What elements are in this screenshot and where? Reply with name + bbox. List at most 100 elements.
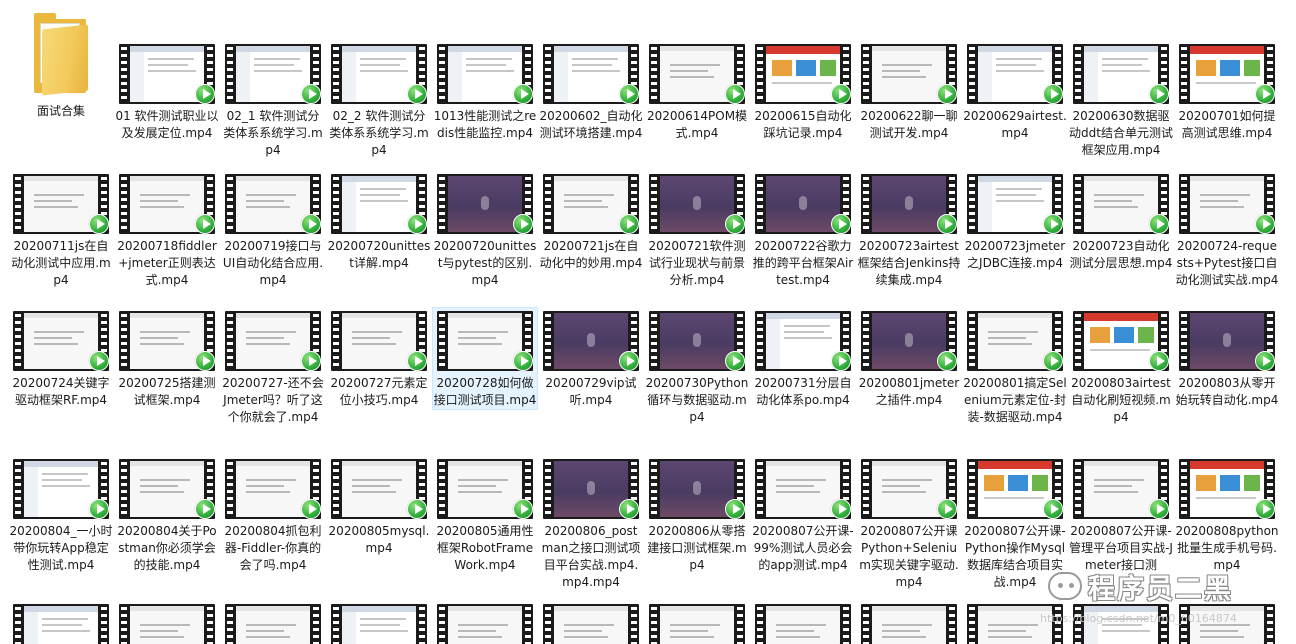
file-name-label: 20200725搭建测试框架.mp4: [118, 376, 216, 407]
video-file-item[interactable]: 20200719接口与UI自动化结合应用.mp4: [220, 170, 326, 290]
video-file-item[interactable]: 20200721软件测试行业现状与前景分析.mp4: [644, 170, 750, 290]
video-file-item[interactable]: 20200724-requests+Pytest接口自动化测试实战.mp4: [1174, 170, 1280, 290]
video-thumbnail: [649, 459, 745, 519]
video-file-item[interactable]: 1013性能测试之redis性能监控.mp4: [432, 40, 538, 143]
video-preview: [1084, 176, 1158, 232]
video-file-item[interactable]: 20200801搞定Selenium元素定位-封装-数据驱动.mp4: [962, 307, 1068, 427]
video-file-item[interactable]: 20200720unittest详解.mp4: [326, 170, 432, 273]
video-file-item[interactable]: 01 软件测试职业以及发展定位.mp4: [114, 40, 220, 143]
play-icon: [195, 214, 215, 234]
file-name-label: 20200720unittest详解.mp4: [327, 239, 431, 270]
video-file-item[interactable]: 20200805mysql.mp4: [326, 455, 432, 558]
video-file-item[interactable]: 20200614POM模式.mp4: [644, 40, 750, 143]
video-file-item[interactable]: 20200723jmeter之JDBC连接.mp4: [962, 170, 1068, 273]
video-file-item[interactable]: 20200622聊一聊测试开发.mp4: [856, 40, 962, 143]
video-file-item[interactable]: [114, 600, 220, 644]
video-file-item[interactable]: 20200629airtest.mp4: [962, 40, 1068, 143]
play-icon: [1255, 84, 1275, 104]
video-file-item[interactable]: 20200720unittest与pytest的区别.mp4: [432, 170, 538, 290]
video-file-item[interactable]: 20200728如何做接口测试项目.mp4: [432, 307, 538, 410]
video-thumbnail: [331, 311, 427, 371]
video-file-item[interactable]: 20200804抓包利器-Fiddler-你真的会了吗.mp4: [220, 455, 326, 575]
video-file-item[interactable]: [8, 600, 114, 644]
video-file-item[interactable]: [220, 600, 326, 644]
play-icon: [1149, 214, 1169, 234]
video-preview: [766, 46, 840, 102]
file-name-label: 02_1 软件测试分类体系系统学习.mp4: [223, 109, 323, 157]
video-preview: [130, 176, 204, 232]
video-file-item[interactable]: [432, 600, 538, 644]
video-thumbnail: [331, 174, 427, 234]
play-icon: [1149, 84, 1169, 104]
play-icon: [831, 214, 851, 234]
video-thumbnail: [543, 459, 639, 519]
play-icon: [725, 84, 745, 104]
video-file-item[interactable]: 20200718fiddler+jmeter正则表达式.mp4: [114, 170, 220, 290]
video-preview: [236, 606, 310, 644]
file-name-label: 20200728如何做接口测试项目.mp4: [433, 376, 537, 407]
video-file-item[interactable]: [538, 600, 644, 644]
video-file-item[interactable]: [326, 600, 432, 644]
video-preview: [660, 176, 734, 232]
video-file-item[interactable]: 20200701如何提高测试思维.mp4: [1174, 40, 1280, 143]
video-file-item[interactable]: [856, 600, 962, 644]
video-file-item[interactable]: 20200804_一小时带你玩转App稳定性测试.mp4: [8, 455, 114, 575]
video-thumbnail: [437, 174, 533, 234]
video-file-item[interactable]: [644, 600, 750, 644]
video-file-item[interactable]: 20200806从零搭建接口测试框架.mp4: [644, 455, 750, 575]
video-file-item[interactable]: 20200804关于Postman你必须学会的技能.mp4: [114, 455, 220, 575]
video-file-item[interactable]: 20200721js在自动化中的妙用.mp4: [538, 170, 644, 273]
video-preview: [448, 46, 522, 102]
play-icon: [937, 214, 957, 234]
video-file-item[interactable]: 20200808python批量生成手机号码.mp4: [1174, 455, 1280, 575]
video-file-item[interactable]: 20200615自动化踩坑记录.mp4: [750, 40, 856, 143]
video-file-item[interactable]: 20200722谷歌力推的跨平台框架Airtest.mp4: [750, 170, 856, 290]
video-file-item[interactable]: 20200711js在自动化测试中应用.mp4: [8, 170, 114, 290]
video-preview: [872, 606, 946, 644]
video-file-item[interactable]: 20200729vip试听.mp4: [538, 307, 644, 410]
video-file-item[interactable]: 20200801jmeter之插件.mp4: [856, 307, 962, 410]
video-preview: [130, 461, 204, 517]
file-name-label: 20200615自动化踩坑记录.mp4: [754, 109, 852, 140]
video-file-item[interactable]: 20200727-还不会Jmeter吗？听了这个你就会了.mp4: [220, 307, 326, 427]
folder-item[interactable]: 面试合集: [8, 6, 114, 146]
video-thumbnail: [967, 311, 1063, 371]
video-file-item[interactable]: 20200806_postman之接口测试项目平台实战.mp4.mp4.mp4: [538, 455, 644, 592]
video-file-item[interactable]: 20200807公开课Python+Selenium实现关键字驱动.mp4: [856, 455, 962, 592]
play-icon: [619, 351, 639, 371]
play-icon: [937, 499, 957, 519]
video-thumbnail: [1073, 459, 1169, 519]
video-preview: [872, 313, 946, 369]
play-icon: [513, 351, 533, 371]
video-file-item[interactable]: 20200731分层自动化体系po.mp4: [750, 307, 856, 410]
video-file-item[interactable]: 20200725搭建测试框架.mp4: [114, 307, 220, 410]
video-file-item[interactable]: 02_2 软件测试分类体系系统学习.mp4: [326, 40, 432, 160]
video-file-item[interactable]: 02_1 软件测试分类体系系统学习.mp4: [220, 40, 326, 160]
video-file-item[interactable]: 20200602_自动化测试环境搭建.mp4: [538, 40, 644, 143]
play-icon: [1043, 214, 1063, 234]
video-file-item[interactable]: 20200724关键字驱动框架RF.mp4: [8, 307, 114, 410]
video-thumbnail: [225, 459, 321, 519]
video-preview: [24, 606, 98, 644]
video-preview: [448, 461, 522, 517]
video-file-item[interactable]: 20200727元素定位小技巧.mp4: [326, 307, 432, 410]
video-thumbnail: [225, 311, 321, 371]
video-preview: [978, 176, 1052, 232]
video-thumbnail: [437, 459, 533, 519]
file-name-label: 20200805通用性框架RobotFrameWork.mp4: [436, 524, 534, 572]
video-file-item[interactable]: 20200723自动化测试分层思想.mp4: [1068, 170, 1174, 273]
video-file-item[interactable]: 20200730Python循环与数据驱动.mp4: [644, 307, 750, 427]
video-file-item[interactable]: 20200803从零开始玩转自动化.mp4: [1174, 307, 1280, 410]
play-icon: [937, 351, 957, 371]
video-preview: [130, 313, 204, 369]
video-file-item[interactable]: [750, 600, 856, 644]
video-thumbnail: [861, 44, 957, 104]
video-preview: [1084, 46, 1158, 102]
video-file-item[interactable]: 20200807公开课-管理平台项目实战-Jmeter接口测: [1068, 455, 1174, 575]
video-file-item[interactable]: 20200723airtest框架结合Jenkins持续集成.mp4: [856, 170, 962, 290]
video-thumbnail: [861, 604, 957, 644]
video-file-item[interactable]: 20200807公开课-99%测试人员必会的app测试.mp4: [750, 455, 856, 575]
video-file-item[interactable]: 20200805通用性框架RobotFrameWork.mp4: [432, 455, 538, 575]
video-file-item[interactable]: 20200803airtest自动化刷短视频.mp4: [1068, 307, 1174, 427]
video-file-item[interactable]: 20200630数据驱动ddt结合单元测试框架应用.mp4: [1068, 40, 1174, 160]
